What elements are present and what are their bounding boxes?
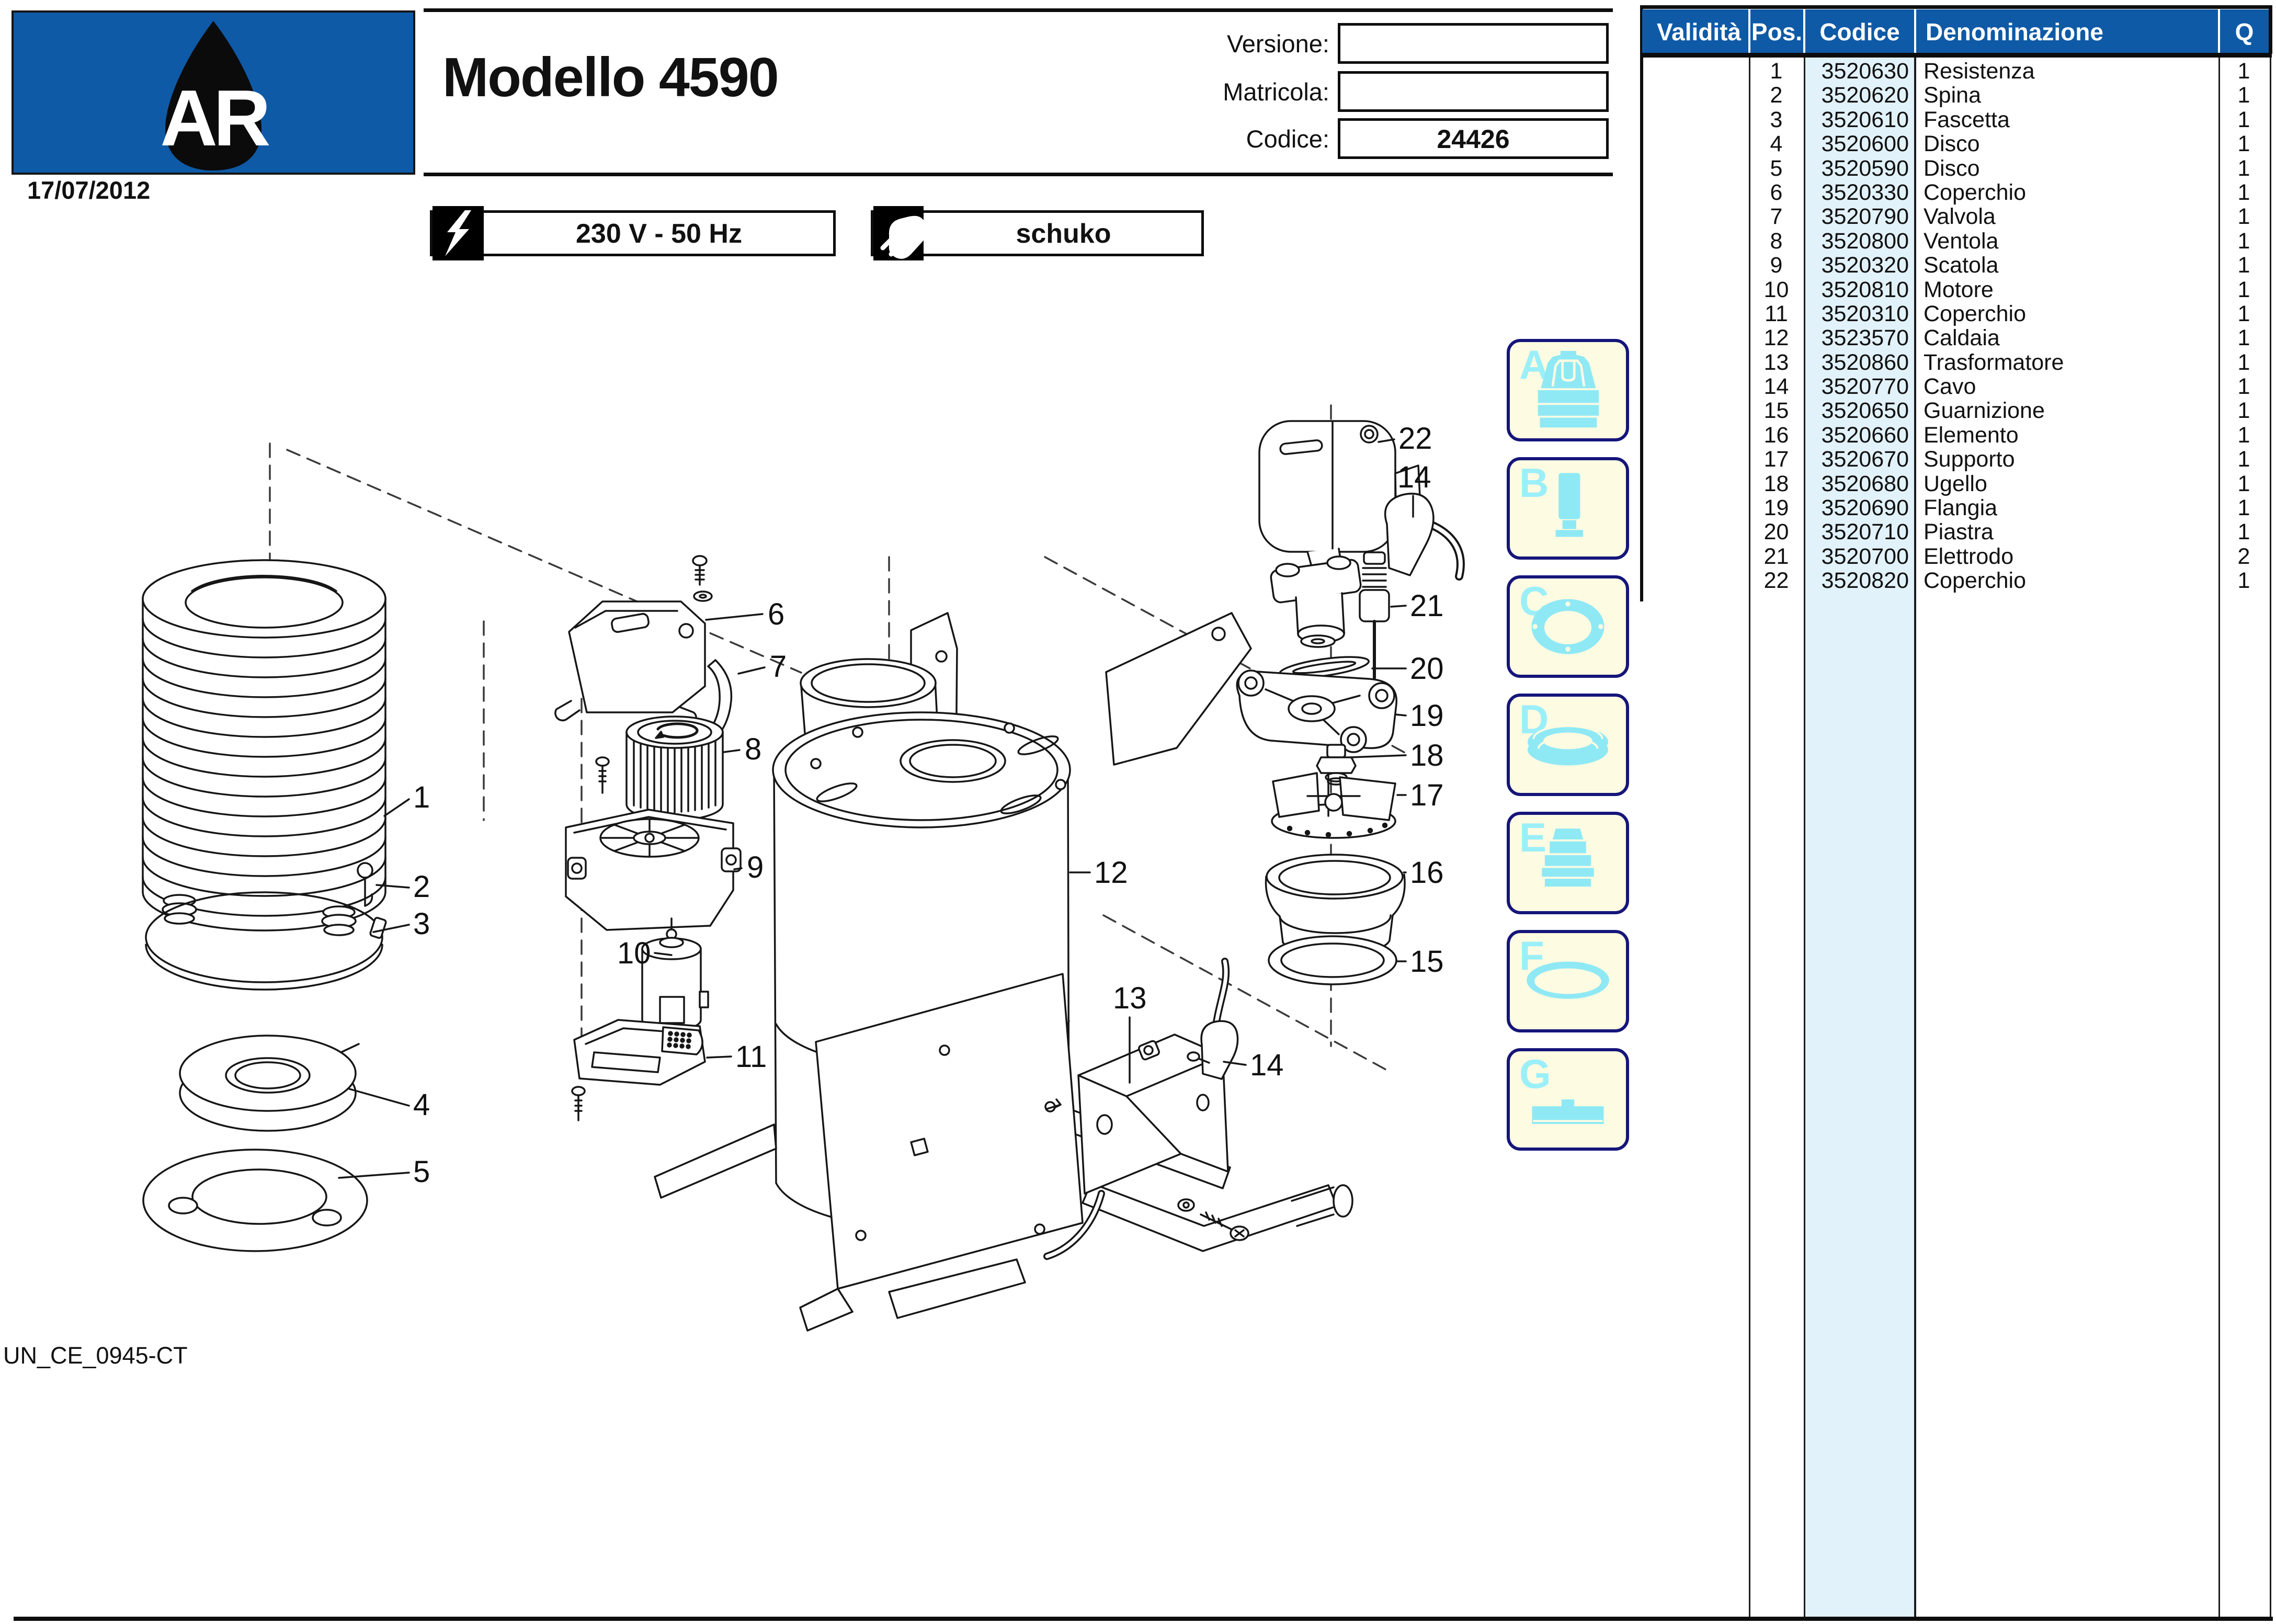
part-6-cover: [554, 555, 713, 725]
callout-7: 7: [770, 650, 787, 684]
variant-box-g: G: [1507, 1048, 1629, 1151]
part-1-coil: [142, 559, 386, 936]
callout-17: 17: [1410, 778, 1444, 812]
part-4-disc: [179, 1035, 360, 1132]
callout-10: 10: [617, 936, 651, 970]
table-row: 14 3520770 Cavo 1: [1763, 374, 2250, 400]
variant-box-a: A: [1507, 339, 1629, 441]
flange-gasket-icon: [1531, 599, 1604, 654]
table-row: 2 3520620 Spina 1: [1770, 83, 2250, 108]
table-row: 18 3520680 Ugello 1: [1763, 471, 2250, 496]
callout-3: 3: [413, 907, 430, 941]
callout-2: 2: [413, 870, 430, 904]
callout-19: 19: [1410, 699, 1444, 733]
callout-20: 20: [1410, 652, 1444, 686]
variant-box-d: D: [1507, 694, 1629, 796]
table-row: 12 3523570 Caldaia 1: [1763, 325, 2250, 351]
part-9-box: [565, 809, 742, 931]
callout-11: 11: [735, 1040, 767, 1074]
part-11-tray: [571, 1019, 706, 1121]
col-header-pos: Pos.: [1750, 9, 1803, 54]
col-header-codice: Codice: [1805, 9, 1914, 54]
table-row: 1 3520630 Resistenza 1: [1770, 59, 2250, 84]
table-row: 21 3520700 Elettrodo 2: [1763, 543, 2250, 569]
part-8-fan: [595, 716, 724, 821]
callout-1: 1: [413, 780, 430, 814]
table-row: 4 3520600 Disco 1: [1770, 131, 2250, 157]
valve-group: [1270, 555, 1362, 643]
part-17-support: [1271, 772, 1396, 839]
seal-ring-icon: [1528, 725, 1608, 766]
callout-8: 8: [745, 732, 761, 766]
callout-14a: 14: [1397, 460, 1431, 494]
callout-15: 15: [1410, 945, 1444, 979]
table-row: 11 3520310 Coperchio 1: [1765, 301, 2250, 326]
table-row: 22 3520820 Coperchio 1: [1763, 568, 2250, 594]
variant-box-e: E: [1507, 812, 1629, 914]
cylinder-plug-icon: [1555, 473, 1584, 537]
variant-box-f: F: [1507, 930, 1629, 1032]
part-15-oring: [1268, 935, 1397, 985]
table-row: 20 3520710 Piastra 1: [1763, 519, 2250, 545]
callout-6: 6: [768, 597, 784, 631]
callout-5: 5: [413, 1155, 430, 1189]
table-row: 19 3520690 Flangia 1: [1763, 495, 2250, 521]
page-bottom-border: [14, 1617, 2273, 1621]
table-top-border: [1640, 5, 2272, 9]
col-header-q: Q: [2220, 9, 2269, 54]
callout-22: 22: [1398, 422, 1432, 456]
table-row: 3 3520610 Fascetta 1: [1770, 107, 2250, 132]
callout-14b: 14: [1250, 1048, 1284, 1082]
variant-box-b: B: [1507, 457, 1629, 560]
table-row: 8 3520800 Ventola 1: [1770, 228, 2250, 254]
connector-cap-icon: [1538, 350, 1599, 428]
col-header-validita: Validità: [1642, 9, 1748, 54]
table-row: 7 3520790 Valvola 1: [1770, 204, 2250, 230]
table-row: 16 3520660 Elemento 1: [1763, 422, 2250, 448]
bellows-adapter-icon: [1542, 828, 1594, 887]
variant-box-c: C: [1507, 575, 1629, 678]
part-19-flange: [1236, 669, 1397, 753]
plate-bar-icon: [1532, 1099, 1604, 1124]
parts-table-rows: 1 3520630 Resistenza 1 2 3520620 Spina 1 3 3520…: [1642, 59, 2269, 593]
col-header-denominazione: Denominazione: [1916, 9, 2218, 54]
part-14-cable-top: [1384, 493, 1465, 581]
table-right-border: [2270, 54, 2271, 1619]
callout-13: 13: [1113, 981, 1147, 1015]
table-row: 10 3520810 Motore 1: [1763, 277, 2250, 302]
callout-9: 9: [747, 850, 764, 884]
callout-21: 21: [1410, 589, 1444, 623]
part-14-cable-bottom: [1187, 958, 1239, 1080]
callout-18: 18: [1410, 739, 1444, 773]
table-row: 17 3520670 Supporto 1: [1763, 447, 2250, 472]
table-row: 13 3520860 Trasformatore 1: [1763, 349, 2250, 375]
table-row: 15 3520650 Guarnizione 1: [1763, 398, 2250, 424]
o-ring-icon: [1527, 961, 1609, 999]
table-row: 9 3520320 Scatola 1: [1770, 253, 2250, 278]
table-row: 6 3520330 Coperchio 1: [1770, 179, 2250, 205]
part-5-plate: [142, 1149, 368, 1252]
part-10-motor: [641, 917, 709, 1031]
callout-16: 16: [1410, 856, 1444, 890]
callout-12: 12: [1094, 856, 1128, 890]
table-row: 5 3520590 Disco 1: [1770, 155, 2250, 181]
table-right-border-header: [2269, 5, 2272, 54]
callout-4: 4: [413, 1088, 430, 1122]
header-underline: [1640, 53, 2272, 58]
